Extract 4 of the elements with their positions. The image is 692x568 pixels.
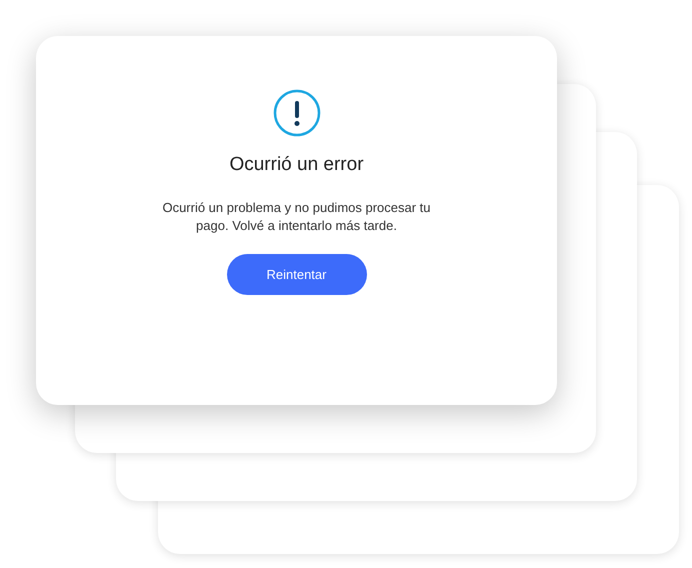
retry-button[interactable]: Reintentar: [226, 254, 366, 295]
exclamation-icon: [272, 89, 320, 137]
dialog-title: Ocurrió un error: [229, 154, 364, 176]
error-message: Ocurrió un problema y no pudimos procesar tu pago. Volvé a intentarlo más tarde.: [161, 199, 432, 235]
